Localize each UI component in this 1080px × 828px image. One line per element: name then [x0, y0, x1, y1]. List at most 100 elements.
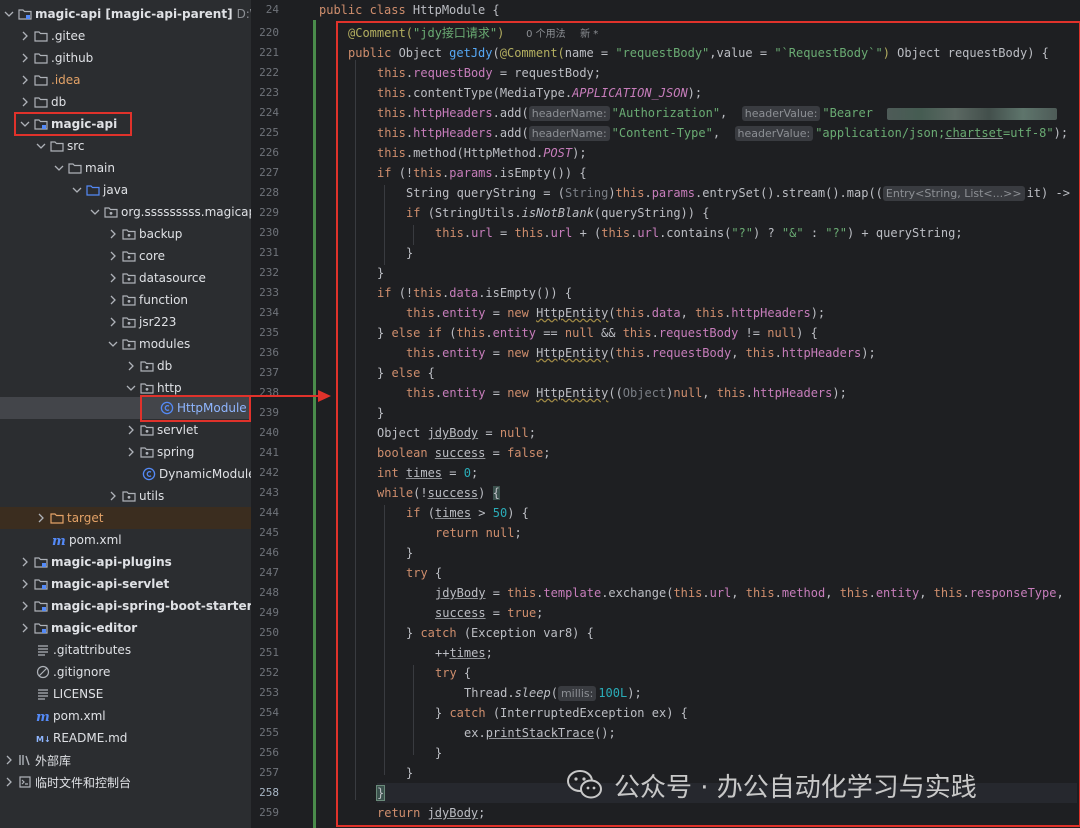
tree-item-modules[interactable]: modules [0, 333, 251, 355]
tree-item-label: LICENSE [53, 687, 104, 701]
tree-item-magic-api-plugins[interactable]: magic-api-plugins [0, 551, 251, 573]
line-number: 257 [259, 766, 279, 779]
line-number: 255 [259, 726, 279, 739]
chevron-right-icon[interactable] [18, 599, 32, 613]
tree-item-scratches[interactable]: 临时文件和控制台 [0, 771, 251, 793]
chevron-right-icon[interactable] [18, 73, 32, 87]
tree-item-label: function [139, 293, 189, 307]
highlight-magic-api [14, 112, 132, 136]
tree-item-spring[interactable]: spring [0, 441, 251, 463]
code-line: } [406, 766, 414, 780]
tree-item-target[interactable]: target [0, 507, 251, 529]
tree-item-idea[interactable]: .idea [0, 69, 251, 91]
package-icon [122, 337, 136, 351]
tree-item-utils[interactable]: utils [0, 485, 251, 507]
line-gutter: 24 220 221 222 223 224 225 226 227 228 2… [251, 0, 313, 828]
tree-item-pom-module[interactable]: m pom.xml [0, 529, 251, 551]
chevron-right-icon[interactable] [18, 555, 32, 569]
chevron-right-icon[interactable] [124, 423, 138, 437]
tree-item-label: .github [51, 51, 94, 65]
author-hint[interactable]: 新 * [580, 29, 598, 40]
tree-item-pom-root[interactable]: m pom.xml [0, 705, 251, 727]
chevron-right-icon[interactable] [106, 489, 120, 503]
tree-item-package-root[interactable]: org.sssssssss.magicapi [0, 201, 251, 223]
code-line: if (!this.params.isEmpty()) { [377, 166, 587, 180]
usages-hint[interactable]: 0 个用法 [526, 29, 566, 40]
chevron-down-icon[interactable] [2, 7, 16, 21]
code-line: this.entity = new HttpEntity((Object)nul… [406, 386, 847, 400]
chevron-down-icon[interactable] [88, 205, 102, 219]
tree-item-github[interactable]: .github [0, 47, 251, 69]
chevron-right-icon[interactable] [18, 29, 32, 43]
tree-item-modules-db[interactable]: db [0, 355, 251, 377]
tree-item-label: pom.xml [69, 533, 122, 547]
markdown-icon: M↓ [36, 731, 50, 745]
tree-item-dynamicmodule[interactable]: DynamicModule [0, 463, 251, 485]
tree-item-datasource[interactable]: datasource [0, 267, 251, 289]
chevron-right-icon[interactable] [18, 577, 32, 591]
chevron-right-icon[interactable] [18, 95, 32, 109]
tree-item-src[interactable]: src [0, 135, 251, 157]
source-folder-icon [86, 183, 100, 197]
code-editor[interactable]: 24 220 221 222 223 224 225 226 227 228 2… [251, 0, 1080, 828]
tree-item-magic-editor[interactable]: magic-editor [0, 617, 251, 639]
tree-item-label: utils [139, 489, 165, 503]
code-line: int times = 0; [377, 466, 479, 480]
tree-item-gitignore[interactable]: .gitignore [0, 661, 251, 683]
tree-item-readme[interactable]: M↓ README.md [0, 727, 251, 749]
line-number: 248 [259, 586, 279, 599]
line-number: 240 [259, 426, 279, 439]
chevron-right-icon[interactable] [124, 359, 138, 373]
chevron-right-icon[interactable] [106, 293, 120, 307]
folder-icon [34, 73, 48, 87]
tree-item-label: .gitattributes [53, 643, 132, 657]
line-number: 239 [259, 406, 279, 419]
tree-item-label: http [157, 381, 182, 395]
tree-item-core[interactable]: core [0, 245, 251, 267]
chevron-right-icon[interactable] [106, 249, 120, 263]
code-line: this.httpHeaders.add(headerName: "Content… [377, 126, 1069, 141]
tree-item-gitee[interactable]: .gitee [0, 25, 251, 47]
tree-item-function[interactable]: function [0, 289, 251, 311]
tree-item-java[interactable]: java [0, 179, 251, 201]
svg-text:m: m [36, 710, 50, 723]
tree-item-root[interactable]: magic-api [magic-api-parent] D:\2025\ [0, 3, 251, 25]
package-icon [140, 381, 154, 395]
project-path: D:\2025\ [236, 7, 251, 21]
folder-icon [50, 139, 64, 153]
chevron-right-icon[interactable] [106, 227, 120, 241]
vcs-change-marker[interactable] [313, 20, 316, 828]
tree-item-gitattributes[interactable]: .gitattributes [0, 639, 251, 661]
tree-item-backup[interactable]: backup [0, 223, 251, 245]
chevron-right-icon[interactable] [106, 315, 120, 329]
tree-item-external-libraries[interactable]: 外部库 [0, 749, 251, 771]
tree-item-label: magic-api-servlet [51, 577, 170, 591]
svg-text:m: m [52, 534, 66, 547]
code-line: while(!success) { [377, 486, 500, 500]
chevron-down-icon[interactable] [124, 381, 138, 395]
chevron-right-icon[interactable] [106, 271, 120, 285]
chevron-down-icon[interactable] [106, 337, 120, 351]
chevron-right-icon[interactable] [18, 621, 32, 635]
chevron-right-icon[interactable] [124, 445, 138, 459]
code-line: @Comment("jdy接口请求") 0 个用法 新 * [348, 26, 599, 40]
chevron-down-icon[interactable] [70, 183, 84, 197]
chevron-right-icon[interactable] [2, 753, 16, 767]
type-hint: Entry<String, List<...>> [882, 186, 1025, 201]
chevron-right-icon[interactable] [2, 775, 16, 789]
tree-item-magic-api-servlet[interactable]: magic-api-servlet [0, 573, 251, 595]
chevron-right-icon[interactable] [34, 511, 48, 525]
tree-item-magic-api-spring-boot-starter[interactable]: magic-api-spring-boot-starter [0, 595, 251, 617]
tree-item-servlet[interactable]: servlet [0, 419, 251, 441]
chevron-down-icon[interactable] [34, 139, 48, 153]
chevron-right-icon[interactable] [18, 51, 32, 65]
tree-item-main[interactable]: main [0, 157, 251, 179]
tree-item-label: .gitee [51, 29, 86, 43]
tree-item-label: DynamicModule [159, 467, 251, 481]
tree-item-license[interactable]: LICENSE [0, 683, 251, 705]
chevron-down-icon[interactable] [52, 161, 66, 175]
tree-item-db[interactable]: db [0, 91, 251, 113]
tree-item-jsr223[interactable]: jsr223 [0, 311, 251, 333]
watermark-text: 公众号 · 办公自动化学习与实践 [614, 772, 977, 803]
code-line: } else { [377, 366, 435, 380]
